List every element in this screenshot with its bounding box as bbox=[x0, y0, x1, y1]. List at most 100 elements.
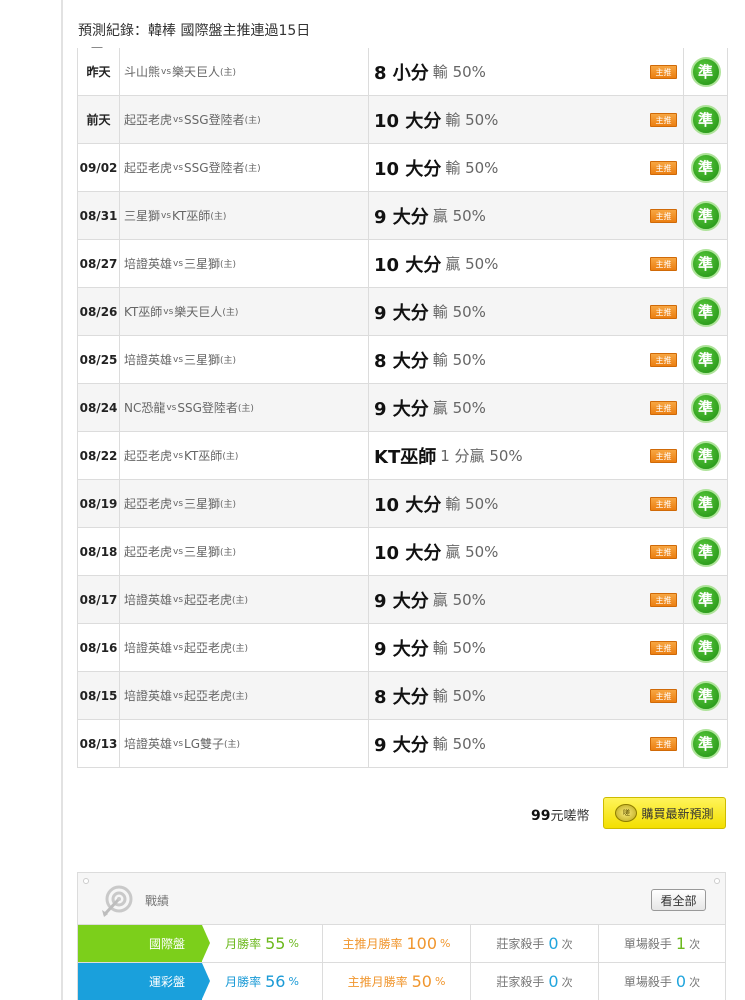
vs-label: vs bbox=[161, 66, 172, 77]
record-match: 起亞老虎 vs 三星獅 (主) bbox=[120, 528, 369, 575]
record-date: 08/19 bbox=[78, 480, 120, 527]
stat-label: 月勝率 bbox=[225, 937, 262, 951]
main-pick-badge: 主推 bbox=[650, 592, 677, 607]
table-row: 08/31 三星獅 vs KT巫師 (主) 9 大分贏 50% 主推準 bbox=[78, 192, 727, 240]
pick-result: 輸 50% bbox=[432, 735, 486, 753]
main-pick-badge: 主推 bbox=[650, 160, 677, 175]
away-team: 三星獅 bbox=[124, 209, 161, 223]
price-currency: 元嗟幣 bbox=[550, 809, 590, 824]
stats-row: 國際盤 月勝率 55% 主推月勝率 100% 莊家殺手 0 次單場殺手 1 次 bbox=[78, 924, 725, 962]
main-pick-badge: 主推 bbox=[650, 400, 677, 415]
main-pick-badge: 主推 bbox=[650, 496, 677, 511]
pick-result: 贏 50% bbox=[432, 591, 486, 609]
record-pick: 10 大分輸 50% 主推 bbox=[370, 480, 684, 527]
record-date: 08/25 bbox=[78, 336, 120, 383]
pick-value: 8 大分 bbox=[374, 350, 429, 372]
pick-value: 10 大分 bbox=[374, 494, 442, 516]
vs-label: vs bbox=[173, 594, 184, 605]
table-row: 08/13 培證英雄 vs LG雙子 (主) 9 大分輸 50% 主推準 bbox=[78, 720, 727, 768]
record-date: 08/22 bbox=[78, 432, 120, 479]
stats-panel: 戰績 看全部 國際盤 月勝率 55% 主推月勝率 100% 莊家殺手 0 次單場殺手 1 次運彩盤… bbox=[77, 872, 726, 1000]
record-date: 08/26 bbox=[78, 288, 120, 335]
record-pick: 9 大分輸 50% 主推 bbox=[370, 288, 684, 335]
accurate-stamp-cell: 準 bbox=[685, 144, 726, 191]
record-date: 08/18 bbox=[78, 528, 120, 575]
away-team: NC恐龍 bbox=[124, 401, 166, 415]
table-row: 08/26 KT巫師 vs 樂天巨人 (主) 9 大分輸 50% 主推準 bbox=[78, 288, 727, 336]
accurate-stamp-cell: 準 bbox=[685, 336, 726, 383]
pick-value: 10 大分 bbox=[374, 110, 442, 132]
pick-value: 9 大分 bbox=[374, 638, 429, 660]
pick-result: 1 分贏 50% bbox=[440, 447, 523, 465]
banker-killer: 莊家殺手 0 次 bbox=[471, 963, 599, 1000]
main-pick-monthly-win-rate: 主推月勝率 50% bbox=[323, 963, 471, 1000]
accurate-icon: 準 bbox=[690, 632, 721, 663]
banker-killer: 莊家殺手 0 次 bbox=[471, 925, 599, 962]
buy-latest-prediction-button[interactable]: 嗟 購買最新預測 bbox=[603, 797, 726, 829]
home-team: 起亞老虎 bbox=[184, 593, 233, 607]
home-team: SSG登陸者 bbox=[184, 161, 245, 175]
single-game-killer: 單場殺手 0 次 bbox=[599, 963, 725, 1000]
away-team: 培證英雄 bbox=[124, 593, 173, 607]
market-name: 運彩盤 bbox=[78, 963, 210, 1000]
record-pick: 8 小分輸 50% 主推 bbox=[370, 48, 684, 95]
accurate-icon: 準 bbox=[690, 248, 721, 279]
vs-label: vs bbox=[173, 258, 184, 269]
stat-value: 50 bbox=[411, 972, 432, 991]
view-all-button[interactable]: 看全部 bbox=[651, 889, 706, 911]
main-pick-badge: 主推 bbox=[650, 448, 677, 463]
stat-label: 莊家殺手 bbox=[496, 975, 545, 989]
stat-label: 單場殺手 bbox=[623, 975, 672, 989]
stat-value: 0 bbox=[548, 934, 559, 953]
coin-icon: 嗟 bbox=[615, 804, 638, 822]
records-header: 預測紀錄：韓棒 國際盤主推連過15日 bbox=[77, 0, 726, 53]
home-tag: (主) bbox=[222, 308, 239, 318]
away-team: 培證英雄 bbox=[124, 257, 173, 271]
record-match: 三星獅 vs KT巫師 (主) bbox=[120, 192, 369, 239]
stat-label: 單場殺手 bbox=[623, 937, 672, 951]
buy-button-label: 購買最新預測 bbox=[641, 806, 714, 821]
main-pick-badge: 主推 bbox=[650, 304, 677, 319]
main-pick-badge: 主推 bbox=[650, 256, 677, 271]
away-team: 起亞老虎 bbox=[124, 545, 173, 559]
record-pick: 9 大分贏 50% 主推 bbox=[370, 192, 684, 239]
home-team: 三星獅 bbox=[184, 545, 221, 559]
home-team: SSG登陸者 bbox=[177, 401, 238, 415]
stat-label: 主推月勝率 bbox=[342, 937, 403, 951]
pick-result: 輸 50% bbox=[432, 63, 486, 81]
home-team: 三星獅 bbox=[184, 257, 221, 271]
main-pick-badge: 主推 bbox=[650, 688, 677, 703]
vs-label: vs bbox=[173, 690, 184, 701]
record-pick: 10 大分輸 50% 主推 bbox=[370, 144, 684, 191]
vs-label: vs bbox=[161, 210, 172, 221]
pick-value: KT巫師 bbox=[374, 446, 437, 468]
accurate-stamp-cell: 準 bbox=[685, 96, 726, 143]
home-tag: (主) bbox=[220, 260, 237, 270]
pick-value: 10 大分 bbox=[374, 542, 442, 564]
accurate-stamp-cell: 準 bbox=[685, 672, 726, 719]
single-game-killer: 單場殺手 1 次 bbox=[599, 925, 725, 962]
stat-value: 0 bbox=[548, 972, 559, 991]
table-row: 昨天 斗山熊 vs 樂天巨人 (主) 8 小分輸 50% 主推準 bbox=[78, 48, 727, 96]
accurate-stamp-cell: 準 bbox=[685, 720, 726, 767]
pick-result: 輸 50% bbox=[445, 111, 499, 129]
home-team: 起亞老虎 bbox=[184, 689, 233, 703]
main-pick-badge: 主推 bbox=[650, 352, 677, 367]
home-team: 樂天巨人 bbox=[174, 305, 223, 319]
stat-label: 月勝率 bbox=[225, 975, 262, 989]
home-team: KT巫師 bbox=[172, 209, 211, 223]
stat-value: 56 bbox=[265, 972, 286, 991]
stat-unit: % bbox=[434, 975, 446, 988]
table-row: 08/17 培證英雄 vs 起亞老虎 (主) 9 大分贏 50% 主推準 bbox=[78, 576, 727, 624]
accurate-icon: 準 bbox=[690, 200, 721, 231]
accurate-icon: 準 bbox=[690, 536, 721, 567]
home-team: 三星獅 bbox=[184, 353, 221, 367]
record-date: 09/02 bbox=[78, 144, 120, 191]
pick-result: 贏 50% bbox=[445, 543, 499, 561]
record-date: 08/24 bbox=[78, 384, 120, 431]
accurate-stamp-cell: 準 bbox=[685, 48, 726, 95]
stat-value: 0 bbox=[675, 972, 687, 991]
pick-result: 輸 50% bbox=[432, 303, 486, 321]
record-match: 培證英雄 vs 三星獅 (主) bbox=[120, 240, 369, 287]
market-name: 國際盤 bbox=[78, 925, 210, 962]
